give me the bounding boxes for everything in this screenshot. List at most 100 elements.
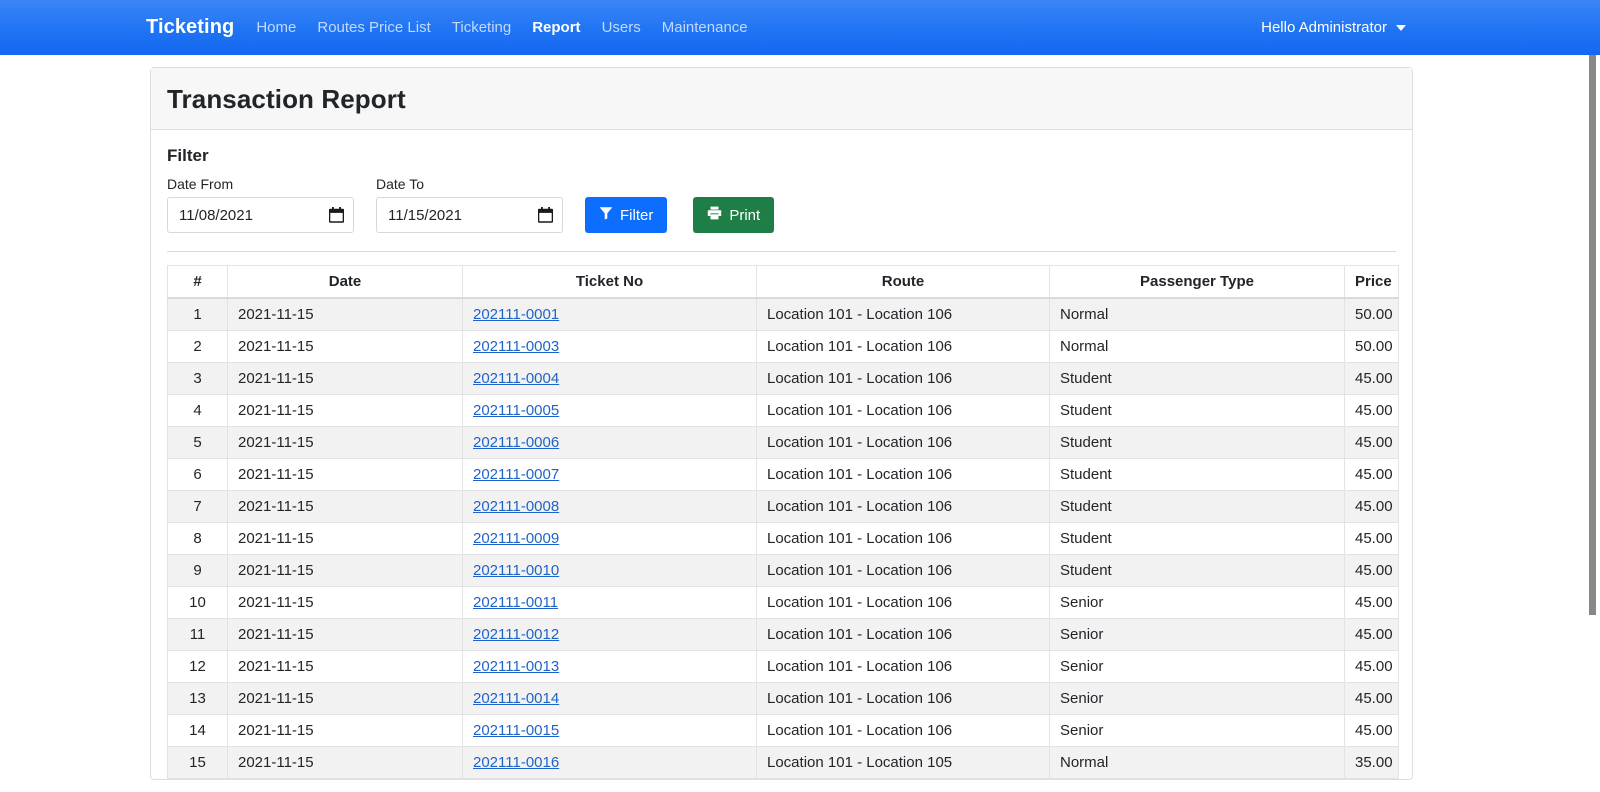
cell-ticket-no: 202111-0003 (462, 330, 757, 363)
column-header-ticket-no[interactable]: Ticket No (462, 265, 757, 299)
date-from-group: Date From 11/08/2021 (167, 176, 354, 233)
table-row: 12 2021-11-15 202111-0013 Location 101 - Lo… (167, 650, 1399, 683)
cell-date: 2021-11-15 (227, 682, 463, 715)
report-card: Transaction Report Filter Date From 11/0… (150, 67, 1413, 780)
cell-date: 2021-11-15 (227, 522, 463, 555)
cell-passenger-type: Student (1049, 554, 1345, 587)
cell-date: 2021-11-15 (227, 426, 463, 459)
column-header-index[interactable]: # (167, 265, 228, 299)
cell-ticket-no: 202111-0015 (462, 714, 757, 747)
filter-section-heading: Filter (167, 146, 209, 165)
nav-link-routes-price-list[interactable]: Routes Price List (317, 19, 430, 36)
ticket-no-link[interactable]: 202111-0015 (473, 722, 559, 739)
card-header: Transaction Report (151, 68, 1412, 130)
ticket-no-link[interactable]: 202111-0012 (473, 626, 559, 643)
filter-button[interactable]: Filter (585, 197, 668, 233)
ticket-no-link[interactable]: 202111-0006 (473, 434, 559, 451)
table-row: 13 2021-11-15 202111-0014 Location 101 - Lo… (167, 682, 1399, 715)
ticket-no-link[interactable]: 202111-0010 (473, 562, 559, 579)
printer-icon (707, 206, 722, 224)
ticket-no-link[interactable]: 202111-0016 (473, 754, 559, 771)
cell-price: 50.00 (1344, 297, 1399, 331)
cell-date: 2021-11-15 (227, 714, 463, 747)
filter-controls-row: Date From 11/08/2021 Date To 11/15/2021 … (167, 176, 1396, 233)
nav-link-home[interactable]: Home (256, 19, 296, 36)
cell-route: Location 101 - Location 106 (756, 714, 1050, 747)
cell-passenger-type: Senior (1049, 586, 1345, 619)
table-row: 7 2021-11-15 202111-0008 Location 101 - Loc… (167, 490, 1399, 523)
cell-price: 45.00 (1344, 554, 1399, 587)
calendar-icon[interactable] (328, 207, 345, 223)
date-to-input[interactable]: 11/15/2021 (376, 197, 563, 233)
scrollbar-thumb[interactable] (1589, 55, 1596, 615)
cell-index: 14 (167, 714, 228, 747)
ticket-no-link[interactable]: 202111-0009 (473, 530, 559, 547)
date-to-label: Date To (376, 176, 424, 192)
date-from-input[interactable]: 11/08/2021 (167, 197, 354, 233)
table-row: 14 2021-11-15 202111-0015 Location 101 - Lo… (167, 714, 1399, 747)
ticket-no-link[interactable]: 202111-0003 (473, 338, 559, 355)
cell-date: 2021-11-15 (227, 458, 463, 491)
user-menu[interactable]: Hello Administrator (1261, 19, 1576, 36)
cell-ticket-no: 202111-0009 (462, 522, 757, 555)
cell-price: 45.00 (1344, 586, 1399, 619)
cell-route: Location 101 - Location 106 (756, 394, 1050, 427)
cell-passenger-type: Student (1049, 362, 1345, 395)
cell-passenger-type: Student (1049, 490, 1345, 523)
column-header-price[interactable]: Price (1344, 265, 1399, 299)
ticket-no-link[interactable]: 202111-0001 (473, 306, 559, 323)
page-scrollbar[interactable] (1585, 55, 1600, 792)
user-greeting-label: Hello Administrator (1261, 19, 1387, 36)
cell-ticket-no: 202111-0006 (462, 426, 757, 459)
cell-price: 45.00 (1344, 618, 1399, 651)
ticket-no-link[interactable]: 202111-0005 (473, 402, 559, 419)
table-header-row: # Date Ticket No Route Passenger Type Pr… (167, 265, 1399, 299)
cell-price: 45.00 (1344, 362, 1399, 395)
nav-link-report[interactable]: Report (532, 19, 580, 36)
ticket-no-link[interactable]: 202111-0014 (473, 690, 559, 707)
cell-date: 2021-11-15 (227, 490, 463, 523)
table-row: 8 2021-11-15 202111-0009 Location 101 - Loc… (167, 522, 1399, 555)
cell-date: 2021-11-15 (227, 394, 463, 427)
cell-index: 3 (167, 362, 228, 395)
nav-link-ticketing[interactable]: Ticketing (452, 19, 511, 36)
date-to-value: 11/15/2021 (388, 206, 462, 224)
cell-index: 10 (167, 586, 228, 619)
nav-link-maintenance[interactable]: Maintenance (662, 19, 748, 36)
cell-ticket-no: 202111-0008 (462, 490, 757, 523)
cell-ticket-no: 202111-0011 (462, 586, 757, 619)
ticket-no-link[interactable]: 202111-0011 (473, 594, 558, 611)
cell-index: 8 (167, 522, 228, 555)
table-row: 4 2021-11-15 202111-0005 Location 101 - Loc… (167, 394, 1399, 427)
cell-ticket-no: 202111-0010 (462, 554, 757, 587)
cell-price: 45.00 (1344, 458, 1399, 491)
ticket-no-link[interactable]: 202111-0007 (473, 466, 559, 483)
cell-passenger-type: Senior (1049, 682, 1345, 715)
chevron-down-icon (1396, 24, 1406, 31)
brand-logo[interactable]: Ticketing (146, 16, 234, 39)
table-row: 11 2021-11-15 202111-0012 Location 101 - Lo… (167, 618, 1399, 651)
table-row: 15 2021-11-15 202111-0016 Location 101 - Lo… (167, 746, 1399, 779)
calendar-icon[interactable] (537, 207, 554, 223)
nav-link-users[interactable]: Users (602, 19, 641, 36)
cell-price: 45.00 (1344, 426, 1399, 459)
top-navbar: Ticketing Home Routes Price List Ticketi… (0, 0, 1600, 55)
ticket-no-link[interactable]: 202111-0008 (473, 498, 559, 515)
cell-route: Location 101 - Location 106 (756, 330, 1050, 363)
ticket-no-link[interactable]: 202111-0013 (473, 658, 559, 675)
table-row: 2 2021-11-15 202111-0003 Location 101 - Loc… (167, 330, 1399, 363)
cell-price: 50.00 (1344, 330, 1399, 363)
cell-date: 2021-11-15 (227, 650, 463, 683)
column-header-route[interactable]: Route (756, 265, 1050, 299)
column-header-date[interactable]: Date (227, 265, 463, 299)
cell-index: 9 (167, 554, 228, 587)
table-row: 5 2021-11-15 202111-0006 Location 101 - Loc… (167, 426, 1399, 459)
cell-passenger-type: Senior (1049, 650, 1345, 683)
print-button-label: Print (729, 206, 761, 224)
cell-index: 11 (167, 618, 228, 651)
column-header-passenger-type[interactable]: Passenger Type (1049, 265, 1345, 299)
cell-date: 2021-11-15 (227, 554, 463, 587)
print-button[interactable]: Print (693, 197, 775, 233)
ticket-no-link[interactable]: 202111-0004 (473, 370, 559, 387)
cell-price: 45.00 (1344, 650, 1399, 683)
